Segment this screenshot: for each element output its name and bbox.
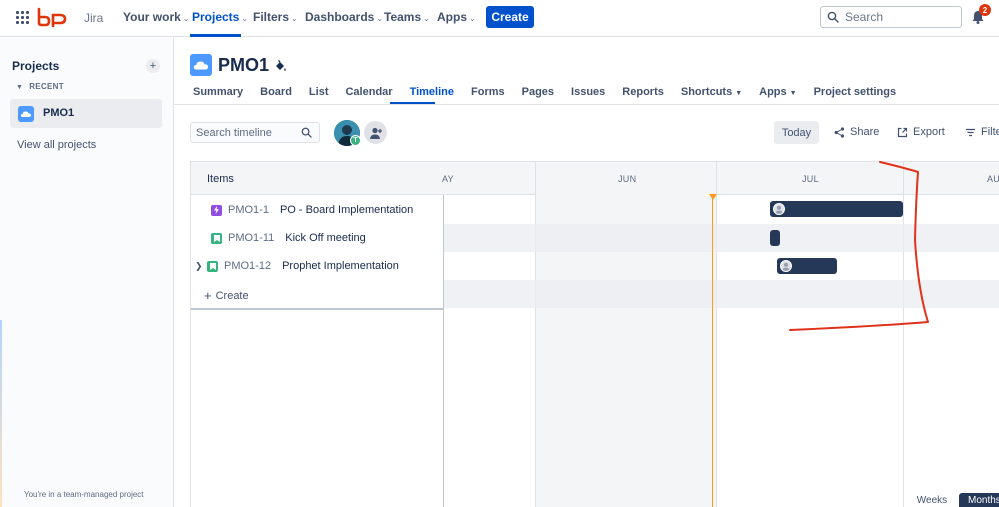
top-navigation: Jira Your work ⌄ Projects ⌄ Filters ⌄ Dashb… <box>0 0 999 37</box>
chevron-down-icon: ▼ <box>789 90 797 97</box>
tab-forms[interactable]: Forms <box>471 86 505 102</box>
issue-key[interactable]: PMO1-12 <box>224 260 271 272</box>
issue-summary[interactable]: PO - Board Implementation <box>280 204 413 216</box>
timeline-bar[interactable] <box>770 201 903 217</box>
export-icon <box>897 127 908 137</box>
left-edge-accent <box>0 320 2 507</box>
share-icon <box>834 126 845 138</box>
search-icon <box>827 11 839 23</box>
issue-summary[interactable]: Kick Off meeting <box>285 232 366 244</box>
project-cloud-icon <box>190 54 212 76</box>
sidebar-item-label: PMO1 <box>43 107 75 119</box>
project-cloud-icon <box>18 106 34 122</box>
epic-lightning-icon <box>211 204 222 216</box>
view-all-projects-link[interactable]: View all projects <box>17 139 96 151</box>
tab-apps[interactable]: Apps ▼ <box>759 86 796 102</box>
sidebar: Projects + ▼ RECENT PMO1 View all project… <box>0 38 174 507</box>
nav-your-work[interactable]: Your work ⌄ <box>123 10 190 24</box>
table-row[interactable]: ❯ PMO1-12 Prophet Implementation <box>191 252 444 280</box>
notification-count-badge: 2 <box>979 4 991 16</box>
month-label: AY <box>442 174 454 184</box>
tab-project-settings[interactable]: Project settings <box>814 86 897 102</box>
nav-projects[interactable]: Projects ⌄ <box>192 10 248 24</box>
nav-teams[interactable]: Teams ⌄ <box>384 10 430 24</box>
global-search-input[interactable] <box>845 10 955 24</box>
items-divider <box>191 308 444 310</box>
chevron-down-icon: ▼ <box>16 84 24 91</box>
nav-filters[interactable]: Filters ⌄ <box>253 10 298 24</box>
issue-key[interactable]: PMO1-1 <box>228 204 269 216</box>
tab-issues[interactable]: Issues <box>571 86 605 102</box>
share-button[interactable]: Share <box>834 126 879 138</box>
nav-dashboards[interactable]: Dashboards ⌄ <box>305 10 383 24</box>
table-row[interactable]: PMO1-1 PO - Board Implementation <box>191 196 444 224</box>
product-name[interactable]: Jira <box>84 11 103 25</box>
app-switcher-grid-icon[interactable] <box>16 11 29 24</box>
filter-button[interactable]: Filte <box>965 126 999 138</box>
project-tabs: Summary Board List Calendar Timeline For… <box>193 86 913 102</box>
chevron-down-icon: ⌄ <box>423 14 430 23</box>
chevron-down-icon: ⌄ <box>241 14 249 23</box>
tab-pages[interactable]: Pages <box>522 86 554 102</box>
tab-calendar[interactable]: Calendar <box>345 86 392 102</box>
filter-icon <box>966 128 975 136</box>
tab-list[interactable]: List <box>309 86 329 102</box>
tabs-divider <box>174 104 999 105</box>
tab-reports[interactable]: Reports <box>622 86 664 102</box>
nav-apps[interactable]: Apps ⌄ <box>437 10 476 24</box>
month-label: AU <box>987 174 999 184</box>
zoom-months-button[interactable]: Months <box>959 493 999 507</box>
tab-timeline[interactable]: Timeline <box>410 86 454 102</box>
table-row[interactable]: PMO1-11 Kick Off meeting <box>191 224 444 252</box>
tab-shortcuts[interactable]: Shortcuts ▼ <box>681 86 742 102</box>
month-label: JUN <box>618 174 637 184</box>
zoom-weeks-button[interactable]: Weeks <box>905 493 959 507</box>
paint-bucket-icon[interactable] <box>274 59 287 72</box>
today-marker-line <box>712 196 713 507</box>
chevron-down-icon: ⌄ <box>469 14 476 23</box>
add-person-icon <box>369 127 382 139</box>
story-bookmark-icon <box>207 260 218 272</box>
project-title: PMO1 <box>218 55 270 75</box>
add-people-button[interactable] <box>364 121 387 144</box>
company-logo[interactable] <box>37 7 67 27</box>
chevron-down-icon: ⌄ <box>291 14 298 23</box>
timeline-bar[interactable] <box>777 258 837 274</box>
today-button[interactable]: Today <box>774 121 819 144</box>
story-bookmark-icon <box>211 232 222 244</box>
month-label: JUL <box>802 174 819 184</box>
active-nav-indicator <box>190 34 241 37</box>
timeline-search[interactable] <box>190 122 320 143</box>
items-column-header: Items <box>207 173 234 185</box>
recent-section-toggle[interactable]: ▼ RECENT <box>16 82 64 91</box>
sidebar-title: Projects <box>12 59 60 73</box>
plus-icon: + <box>204 288 212 303</box>
avatar-status-badge: T <box>350 135 361 146</box>
tab-summary[interactable]: Summary <box>193 86 243 102</box>
chevron-down-icon: ▼ <box>735 90 743 97</box>
global-search[interactable] <box>820 6 962 28</box>
timeline-bar[interactable] <box>770 230 780 246</box>
chevron-right-icon[interactable]: ❯ <box>195 261 207 272</box>
export-button[interactable]: Export <box>897 126 945 138</box>
tab-board[interactable]: Board <box>260 86 292 102</box>
timeline-search-input[interactable] <box>196 126 296 139</box>
assignee-avatar-icon <box>773 203 785 215</box>
issue-key[interactable]: PMO1-11 <box>228 232 274 244</box>
chevron-down-icon: ⌄ <box>182 14 190 23</box>
create-button[interactable]: Create <box>486 6 534 28</box>
project-type-footer[interactable]: You're in a team-managed project <box>24 490 144 499</box>
today-marker <box>709 194 717 200</box>
add-project-plus-icon[interactable]: + <box>146 59 160 73</box>
assignee-avatar-icon <box>780 260 792 272</box>
issue-summary[interactable]: Prophet Implementation <box>282 260 399 272</box>
chevron-down-icon: ⌄ <box>376 14 384 23</box>
sidebar-item-pmo1[interactable]: PMO1 <box>10 99 162 128</box>
create-issue-button[interactable]: + Create <box>204 288 249 303</box>
search-icon <box>301 127 312 138</box>
